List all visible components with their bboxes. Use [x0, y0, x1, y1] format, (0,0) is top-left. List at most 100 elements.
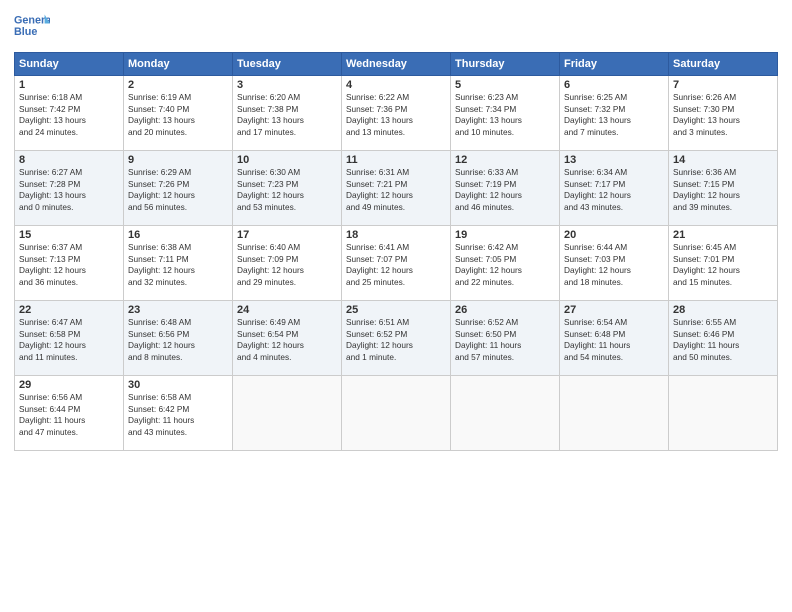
calendar-cell: 24Sunrise: 6:49 AM Sunset: 6:54 PM Dayli…	[233, 301, 342, 376]
svg-text:Blue: Blue	[14, 26, 37, 38]
calendar-cell: 26Sunrise: 6:52 AM Sunset: 6:50 PM Dayli…	[451, 301, 560, 376]
day-number: 25	[346, 304, 446, 316]
day-info: Sunrise: 6:19 AM Sunset: 7:40 PM Dayligh…	[128, 92, 228, 138]
day-number: 7	[673, 79, 773, 91]
day-number: 26	[455, 304, 555, 316]
day-info: Sunrise: 6:26 AM Sunset: 7:30 PM Dayligh…	[673, 92, 773, 138]
day-info: Sunrise: 6:20 AM Sunset: 7:38 PM Dayligh…	[237, 92, 337, 138]
day-number: 24	[237, 304, 337, 316]
day-info: Sunrise: 6:25 AM Sunset: 7:32 PM Dayligh…	[564, 92, 664, 138]
day-number: 19	[455, 229, 555, 241]
day-number: 13	[564, 154, 664, 166]
day-info: Sunrise: 6:41 AM Sunset: 7:07 PM Dayligh…	[346, 242, 446, 288]
day-info: Sunrise: 6:30 AM Sunset: 7:23 PM Dayligh…	[237, 167, 337, 213]
weekday-header-saturday: Saturday	[669, 53, 778, 76]
day-info: Sunrise: 6:52 AM Sunset: 6:50 PM Dayligh…	[455, 317, 555, 363]
day-number: 21	[673, 229, 773, 241]
day-info: Sunrise: 6:18 AM Sunset: 7:42 PM Dayligh…	[19, 92, 119, 138]
day-info: Sunrise: 6:33 AM Sunset: 7:19 PM Dayligh…	[455, 167, 555, 213]
day-info: Sunrise: 6:49 AM Sunset: 6:54 PM Dayligh…	[237, 317, 337, 363]
weekday-header-friday: Friday	[560, 53, 669, 76]
day-info: Sunrise: 6:45 AM Sunset: 7:01 PM Dayligh…	[673, 242, 773, 288]
calendar-cell: 11Sunrise: 6:31 AM Sunset: 7:21 PM Dayli…	[342, 151, 451, 226]
day-number: 14	[673, 154, 773, 166]
day-info: Sunrise: 6:51 AM Sunset: 6:52 PM Dayligh…	[346, 317, 446, 363]
day-number: 4	[346, 79, 446, 91]
day-info: Sunrise: 6:31 AM Sunset: 7:21 PM Dayligh…	[346, 167, 446, 213]
calendar-cell: 29Sunrise: 6:56 AM Sunset: 6:44 PM Dayli…	[15, 376, 124, 451]
weekday-header-tuesday: Tuesday	[233, 53, 342, 76]
day-number: 11	[346, 154, 446, 166]
calendar-cell: 5Sunrise: 6:23 AM Sunset: 7:34 PM Daylig…	[451, 76, 560, 151]
calendar-table: SundayMondayTuesdayWednesdayThursdayFrid…	[14, 52, 778, 451]
weekday-header-wednesday: Wednesday	[342, 53, 451, 76]
calendar-cell: 17Sunrise: 6:40 AM Sunset: 7:09 PM Dayli…	[233, 226, 342, 301]
day-number: 29	[19, 379, 119, 391]
weekday-header-monday: Monday	[124, 53, 233, 76]
day-info: Sunrise: 6:38 AM Sunset: 7:11 PM Dayligh…	[128, 242, 228, 288]
calendar-cell: 7Sunrise: 6:26 AM Sunset: 7:30 PM Daylig…	[669, 76, 778, 151]
day-info: Sunrise: 6:40 AM Sunset: 7:09 PM Dayligh…	[237, 242, 337, 288]
calendar-cell: 18Sunrise: 6:41 AM Sunset: 7:07 PM Dayli…	[342, 226, 451, 301]
day-number: 9	[128, 154, 228, 166]
day-info: Sunrise: 6:48 AM Sunset: 6:56 PM Dayligh…	[128, 317, 228, 363]
calendar-cell: 12Sunrise: 6:33 AM Sunset: 7:19 PM Dayli…	[451, 151, 560, 226]
day-info: Sunrise: 6:23 AM Sunset: 7:34 PM Dayligh…	[455, 92, 555, 138]
day-number: 30	[128, 379, 228, 391]
day-number: 6	[564, 79, 664, 91]
calendar-cell	[451, 376, 560, 451]
day-info: Sunrise: 6:58 AM Sunset: 6:42 PM Dayligh…	[128, 392, 228, 438]
day-info: Sunrise: 6:36 AM Sunset: 7:15 PM Dayligh…	[673, 167, 773, 213]
day-info: Sunrise: 6:44 AM Sunset: 7:03 PM Dayligh…	[564, 242, 664, 288]
day-info: Sunrise: 6:37 AM Sunset: 7:13 PM Dayligh…	[19, 242, 119, 288]
calendar-cell: 25Sunrise: 6:51 AM Sunset: 6:52 PM Dayli…	[342, 301, 451, 376]
calendar-cell: 20Sunrise: 6:44 AM Sunset: 7:03 PM Dayli…	[560, 226, 669, 301]
day-info: Sunrise: 6:47 AM Sunset: 6:58 PM Dayligh…	[19, 317, 119, 363]
day-number: 23	[128, 304, 228, 316]
calendar-cell: 30Sunrise: 6:58 AM Sunset: 6:42 PM Dayli…	[124, 376, 233, 451]
calendar-cell: 3Sunrise: 6:20 AM Sunset: 7:38 PM Daylig…	[233, 76, 342, 151]
day-info: Sunrise: 6:55 AM Sunset: 6:46 PM Dayligh…	[673, 317, 773, 363]
logo-icon: General Blue	[14, 10, 50, 46]
calendar-cell: 4Sunrise: 6:22 AM Sunset: 7:36 PM Daylig…	[342, 76, 451, 151]
calendar-cell: 28Sunrise: 6:55 AM Sunset: 6:46 PM Dayli…	[669, 301, 778, 376]
calendar-cell: 9Sunrise: 6:29 AM Sunset: 7:26 PM Daylig…	[124, 151, 233, 226]
day-number: 3	[237, 79, 337, 91]
day-number: 1	[19, 79, 119, 91]
day-number: 5	[455, 79, 555, 91]
calendar-cell	[560, 376, 669, 451]
day-number: 20	[564, 229, 664, 241]
day-number: 15	[19, 229, 119, 241]
day-number: 28	[673, 304, 773, 316]
calendar-cell: 10Sunrise: 6:30 AM Sunset: 7:23 PM Dayli…	[233, 151, 342, 226]
calendar-cell: 16Sunrise: 6:38 AM Sunset: 7:11 PM Dayli…	[124, 226, 233, 301]
calendar-cell: 8Sunrise: 6:27 AM Sunset: 7:28 PM Daylig…	[15, 151, 124, 226]
calendar-cell: 1Sunrise: 6:18 AM Sunset: 7:42 PM Daylig…	[15, 76, 124, 151]
calendar-cell	[669, 376, 778, 451]
day-info: Sunrise: 6:54 AM Sunset: 6:48 PM Dayligh…	[564, 317, 664, 363]
day-info: Sunrise: 6:56 AM Sunset: 6:44 PM Dayligh…	[19, 392, 119, 438]
calendar-cell: 15Sunrise: 6:37 AM Sunset: 7:13 PM Dayli…	[15, 226, 124, 301]
weekday-header-sunday: Sunday	[15, 53, 124, 76]
day-number: 10	[237, 154, 337, 166]
weekday-header-thursday: Thursday	[451, 53, 560, 76]
calendar-cell: 13Sunrise: 6:34 AM Sunset: 7:17 PM Dayli…	[560, 151, 669, 226]
calendar-cell: 14Sunrise: 6:36 AM Sunset: 7:15 PM Dayli…	[669, 151, 778, 226]
day-number: 8	[19, 154, 119, 166]
day-info: Sunrise: 6:27 AM Sunset: 7:28 PM Dayligh…	[19, 167, 119, 213]
day-info: Sunrise: 6:42 AM Sunset: 7:05 PM Dayligh…	[455, 242, 555, 288]
calendar-cell: 27Sunrise: 6:54 AM Sunset: 6:48 PM Dayli…	[560, 301, 669, 376]
calendar-cell	[233, 376, 342, 451]
calendar-cell: 21Sunrise: 6:45 AM Sunset: 7:01 PM Dayli…	[669, 226, 778, 301]
day-number: 17	[237, 229, 337, 241]
calendar-cell: 22Sunrise: 6:47 AM Sunset: 6:58 PM Dayli…	[15, 301, 124, 376]
day-number: 22	[19, 304, 119, 316]
calendar-cell: 23Sunrise: 6:48 AM Sunset: 6:56 PM Dayli…	[124, 301, 233, 376]
day-info: Sunrise: 6:29 AM Sunset: 7:26 PM Dayligh…	[128, 167, 228, 213]
calendar-cell: 2Sunrise: 6:19 AM Sunset: 7:40 PM Daylig…	[124, 76, 233, 151]
day-number: 18	[346, 229, 446, 241]
day-number: 2	[128, 79, 228, 91]
logo: General Blue	[14, 10, 50, 46]
calendar-cell: 6Sunrise: 6:25 AM Sunset: 7:32 PM Daylig…	[560, 76, 669, 151]
calendar-cell: 19Sunrise: 6:42 AM Sunset: 7:05 PM Dayli…	[451, 226, 560, 301]
